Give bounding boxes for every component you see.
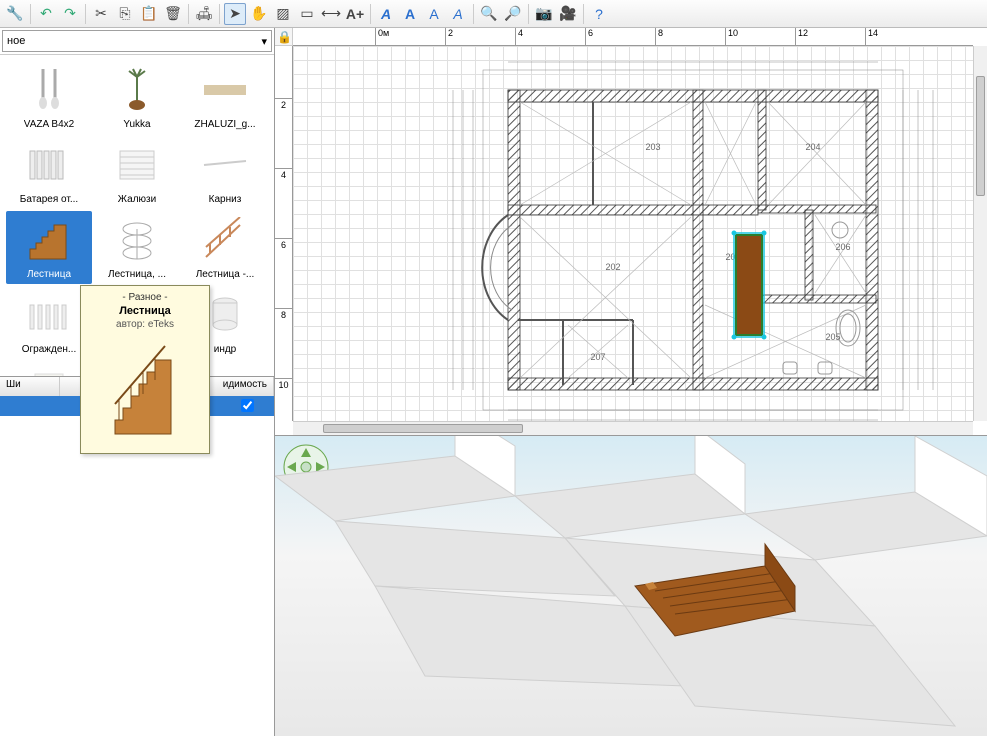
plan-scrollbar-vertical[interactable]	[973, 46, 987, 421]
scrollbar-thumb[interactable]	[323, 424, 523, 433]
catalog-tooltip: - Разное - Лестница автор: eTeks	[80, 285, 210, 454]
ruler-tick: 10	[725, 28, 738, 45]
plan-view[interactable]: 🔒 0м 2 4 6 8 10 12 14 2 4 6 8 10	[275, 28, 987, 436]
redo-icon[interactable]: ↷	[59, 3, 81, 25]
separator	[219, 4, 220, 24]
dimension-tool-icon[interactable]: ⟷	[320, 3, 342, 25]
ruler-tick: 6	[585, 28, 593, 45]
catalog-label: VAZA B4x2	[24, 119, 74, 130]
text-style-icon[interactable]: A	[447, 3, 469, 25]
category-label: ное	[7, 35, 25, 47]
help-icon[interactable]: ?	[588, 3, 610, 25]
separator	[85, 4, 86, 24]
room-label: 206	[835, 242, 850, 252]
separator	[188, 4, 189, 24]
catalog-label: Yukka	[123, 119, 150, 130]
copy-icon[interactable]: ⎘	[114, 3, 136, 25]
catalog-label: Лестница -...	[196, 269, 255, 280]
separator	[370, 4, 371, 24]
tooltip-author: автор: eTeks	[87, 319, 203, 330]
room-label: 204	[805, 142, 820, 152]
catalog-item-vaza[interactable]: VAZA B4x2	[6, 61, 92, 134]
wrench-icon[interactable]: 🔧	[4, 3, 26, 25]
room-label: 205	[825, 332, 840, 342]
furniture-table-empty	[0, 416, 274, 736]
ruler-tick: 4	[515, 28, 523, 45]
catalog-label: Батарея от...	[20, 194, 78, 205]
ruler-tick: 2	[275, 98, 292, 110]
catalog-item-zhaluzi[interactable]: ZHALUZI_g...	[182, 61, 268, 134]
separator	[473, 4, 474, 24]
scrollbar-thumb[interactable]	[976, 76, 985, 196]
catalog-label: Карниз	[209, 194, 242, 205]
catalog-label: Жалюзи	[118, 194, 156, 205]
ruler-tick: 6	[275, 238, 292, 250]
paste-icon[interactable]: 📋	[138, 3, 160, 25]
zoom-in-icon[interactable]: 🔍	[478, 3, 500, 25]
video-icon[interactable]: 🎥	[557, 3, 579, 25]
3d-scene	[275, 436, 987, 736]
text-tool-icon[interactable]: A+	[344, 3, 366, 25]
catalog-label: Лестница, ...	[108, 269, 166, 280]
catalog-item-railstairs[interactable]: Лестница -...	[182, 211, 268, 284]
zoom-out-icon[interactable]: 🔎	[502, 3, 524, 25]
plan-scrollbar-horizontal[interactable]	[293, 421, 973, 435]
catalog-label: индр	[214, 344, 237, 355]
add-furniture-icon[interactable]: 🛋	[193, 3, 215, 25]
delete-icon[interactable]: 🗑	[162, 3, 184, 25]
room-label: 203	[645, 142, 660, 152]
separator	[583, 4, 584, 24]
ruler-tick: 12	[795, 28, 808, 45]
3d-view[interactable]	[275, 436, 987, 736]
select-tool-icon[interactable]: ➤	[224, 3, 246, 25]
catalog-item-yukka[interactable]: Yukka	[94, 61, 180, 134]
room-label: 202	[605, 262, 620, 272]
3d-icon[interactable]: A	[375, 3, 397, 25]
catalog-item-zhaluzi2[interactable]: Жалюзи	[94, 136, 180, 209]
ruler-tick: 4	[275, 168, 292, 180]
ruler-tick: 2	[445, 28, 453, 45]
catalog-label: ZHALUZI_g...	[194, 119, 255, 130]
cut-icon[interactable]: ✂	[90, 3, 112, 25]
photo-icon[interactable]: 📷	[533, 3, 555, 25]
separator	[30, 4, 31, 24]
tooltip-category: - Разное -	[87, 292, 203, 303]
room-tool-icon[interactable]: ▭	[296, 3, 318, 25]
undo-icon[interactable]: ↶	[35, 3, 57, 25]
catalog-label: Огражден...	[22, 344, 77, 355]
tooltip-preview	[105, 334, 185, 444]
room-label: 207	[590, 352, 605, 362]
vertical-ruler: 2 4 6 8 10	[275, 46, 293, 421]
catalog-label: Лестница	[27, 269, 71, 280]
lock-icon[interactable]: 🔒	[277, 30, 292, 44]
floor-plan[interactable]: 203 204 202 201 206 205 207	[363, 50, 973, 421]
catalog-item-spiral[interactable]: Лестница, ...	[94, 211, 180, 284]
separator	[528, 4, 529, 24]
ruler-tick: 8	[655, 28, 663, 45]
tooltip-name: Лестница	[87, 305, 203, 317]
category-dropdown[interactable]: ное	[2, 30, 272, 52]
ruler-tick: 14	[865, 28, 878, 45]
catalog-item-radiator[interactable]: Батарея от...	[6, 136, 92, 209]
plan-canvas[interactable]: 203 204 202 201 206 205 207	[293, 46, 973, 421]
wall-tool-icon[interactable]: ▨	[272, 3, 294, 25]
ruler-tick: 0м	[375, 28, 389, 45]
selected-stairs-plan[interactable]	[732, 231, 767, 340]
catalog-item-karniz[interactable]: Карниз	[182, 136, 268, 209]
text-style-icon[interactable]: A	[399, 3, 421, 25]
text-style-icon[interactable]: A	[423, 3, 445, 25]
main-toolbar: 🔧 ↶ ↷ ✂ ⎘ 📋 🗑 🛋 ➤ ✋ ▨ ▭ ⟷ A+ A A A A 🔍 🔎…	[0, 0, 987, 28]
table-col-width[interactable]: Ши	[0, 377, 60, 396]
ruler-tick: 10	[275, 378, 292, 390]
ruler-tick: 8	[275, 308, 292, 320]
visibility-checkbox[interactable]	[241, 399, 254, 412]
horizontal-ruler: 0м 2 4 6 8 10 12 14	[293, 28, 973, 46]
catalog-item-stairs[interactable]: Лестница	[6, 211, 92, 284]
pan-tool-icon[interactable]: ✋	[248, 3, 270, 25]
right-panel: 🔒 0м 2 4 6 8 10 12 14 2 4 6 8 10	[275, 28, 987, 736]
